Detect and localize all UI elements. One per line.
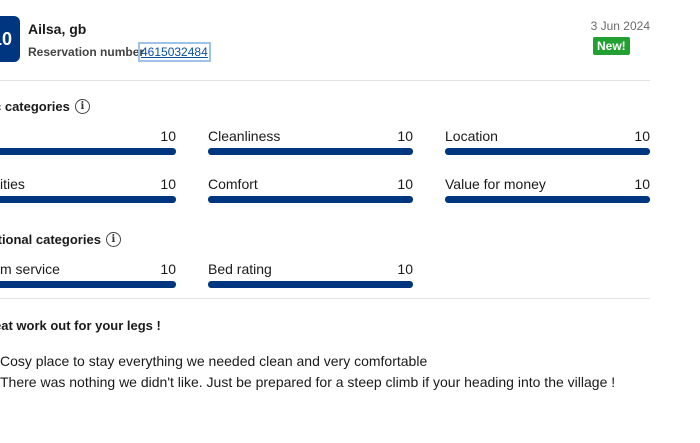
categories-section-title: c categories i — [0, 99, 90, 114]
category-value: 10 — [160, 176, 176, 192]
category-bar-fill — [445, 196, 650, 203]
category-bar — [208, 196, 413, 203]
new-badge: New! — [593, 37, 630, 55]
score-badge: 10 — [0, 16, 20, 62]
category-room-service: m service 10 — [0, 261, 176, 295]
divider — [0, 80, 650, 81]
category-label: m service — [0, 261, 60, 277]
category-bar — [0, 196, 176, 203]
category-staff: 10 — [0, 128, 176, 162]
category-value: 10 — [397, 176, 413, 192]
category-bar — [208, 148, 413, 155]
review-negative: There was nothing we didn't like. Just b… — [0, 374, 616, 390]
category-label: Cleanliness — [208, 128, 281, 144]
category-value: 10 — [634, 128, 650, 144]
score-value: 10 — [0, 28, 12, 49]
review-date: 3 Jun 2024 — [590, 19, 650, 33]
category-bar-fill — [0, 281, 176, 288]
category-bar-fill — [208, 196, 413, 203]
category-bar-fill — [0, 148, 176, 155]
category-bar — [0, 281, 176, 288]
category-bar-fill — [0, 196, 176, 203]
category-bar-fill — [208, 148, 413, 155]
reservation-label: Reservation number — [28, 45, 145, 59]
category-bar — [208, 281, 413, 288]
category-value-for-money: Value for money 10 — [445, 176, 650, 210]
category-bed-rating: Bed rating 10 — [208, 261, 413, 295]
category-bar-fill — [445, 148, 650, 155]
review-positive: Cosy place to stay everything we needed … — [0, 353, 428, 369]
category-bar — [0, 148, 176, 155]
review-title: eat work out for your legs ! — [0, 318, 161, 333]
guest-name: Ailsa, gb — [28, 21, 87, 37]
category-bar — [445, 148, 650, 155]
category-facilities: ities 10 — [0, 176, 176, 210]
info-icon[interactable]: i — [105, 232, 121, 247]
categories-section-title-text: c categories — [0, 99, 70, 114]
category-value: 10 — [397, 261, 413, 277]
category-label: ities — [0, 176, 25, 192]
category-bar — [445, 196, 650, 203]
category-label: Value for money — [445, 176, 546, 192]
category-label: Bed rating — [208, 261, 272, 277]
category-comfort: Comfort 10 — [208, 176, 413, 210]
category-value: 10 — [397, 128, 413, 144]
category-value: 10 — [160, 261, 176, 277]
category-label: Location — [445, 128, 498, 144]
category-cleanliness: Cleanliness 10 — [208, 128, 413, 162]
additional-section-title-text: itional categories — [0, 232, 101, 247]
divider — [0, 298, 650, 299]
reservation-number-link[interactable]: 4615032484 — [138, 42, 211, 62]
additional-section-title: itional categories i — [0, 232, 121, 247]
info-icon[interactable]: i — [74, 99, 90, 114]
category-bar-fill — [208, 281, 413, 288]
category-value: 10 — [160, 128, 176, 144]
category-location: Location 10 — [445, 128, 650, 162]
category-value: 10 — [634, 176, 650, 192]
category-label: Comfort — [208, 176, 258, 192]
